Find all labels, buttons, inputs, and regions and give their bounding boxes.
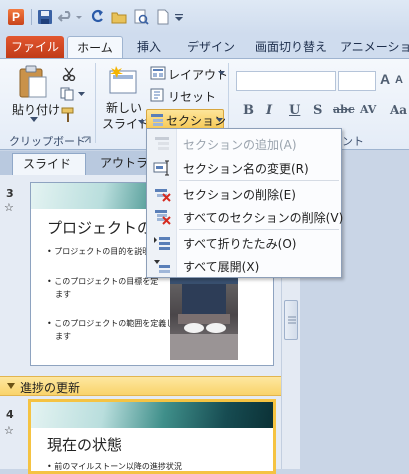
new-slide-label-line1[interactable]: 新しい [106, 99, 142, 116]
menu-separator [179, 229, 339, 230]
paste-dropdown-icon[interactable] [30, 117, 38, 123]
menu-item-label: すべて展開(X) [183, 260, 260, 274]
grow-font-button[interactable]: A [380, 71, 390, 87]
shrink-font-button[interactable]: A [395, 74, 403, 86]
delete-all-sections-icon [155, 210, 171, 225]
scrollbar-thumb[interactable] [284, 300, 298, 340]
menu-item-delete-all-sections[interactable]: すべてのセクションの削除(V) [147, 205, 344, 229]
tab-transitions[interactable]: 画面切り替え [248, 36, 334, 59]
tab-animations[interactable]: アニメーション [340, 36, 409, 59]
quick-access-toolbar: P [0, 0, 409, 34]
slide-number: 4 [6, 408, 14, 421]
tab-home[interactable]: ホーム [67, 36, 123, 59]
menu-item-add-section[interactable]: セクションの追加(A) [147, 132, 341, 156]
menu-separator [179, 180, 339, 181]
font-group-label: ント [342, 135, 364, 148]
menu-item-label: すべてのセクションの削除(V) [183, 211, 344, 225]
print-preview-icon[interactable] [133, 9, 149, 25]
grip-icon [288, 316, 296, 324]
reset-button-label[interactable]: リセット [168, 88, 216, 105]
redo-icon[interactable] [89, 9, 105, 25]
slide-bullet-continuation: ます [55, 332, 71, 341]
group-divider [95, 63, 96, 143]
add-section-icon [155, 137, 169, 150]
expand-all-icon [154, 260, 170, 273]
copy-dropdown-icon[interactable] [78, 92, 85, 97]
cut-icon[interactable] [62, 67, 76, 81]
slide-thumbnail-selected[interactable]: 現在の状態 • 前のマイルストーン以降の進捗状況 [28, 399, 276, 474]
transition-marker-icon: ☆ [4, 424, 14, 437]
paste-button-label[interactable]: 貼り付け [12, 101, 60, 118]
slide-header-wave [31, 402, 273, 428]
reset-icon[interactable] [150, 88, 166, 102]
slide-number: 3 [6, 187, 14, 200]
slide-bullet: • このプロジェクトの範囲を定義し [47, 319, 175, 328]
layout-icon[interactable] [150, 66, 166, 80]
section-header-label: 進捗の更新 [20, 381, 81, 395]
save-icon[interactable] [37, 9, 53, 25]
collapse-all-icon [154, 237, 170, 250]
new-slide-dropdown-icon[interactable] [138, 120, 145, 125]
clipboard-group-label: クリップボード [9, 135, 86, 148]
tab-file[interactable]: ファイル [6, 36, 64, 59]
slide-bullet-continuation: ます [55, 290, 71, 299]
slide-bullet: • プロジェクトの目的を説明し [47, 247, 159, 256]
underline-button[interactable]: U [289, 103, 300, 118]
transition-marker-icon: ☆ [4, 201, 14, 214]
clipboard-dialog-launcher-icon[interactable] [83, 136, 91, 144]
customize-qat-icon[interactable] [174, 9, 184, 25]
tab-insert[interactable]: 挿入 [126, 36, 172, 59]
new-document-icon[interactable] [155, 9, 171, 25]
open-folder-icon[interactable] [111, 9, 127, 25]
italic-button[interactable]: I [266, 103, 272, 118]
strikethrough-button[interactable]: abc [333, 103, 355, 116]
photo-image [170, 270, 238, 360]
rename-section-icon [153, 160, 169, 176]
menu-item-collapse-all[interactable]: すべて折りたたみ(O) [147, 231, 341, 255]
menu-item-rename-section[interactable]: セクション名の変更(R) [147, 156, 341, 180]
font-name-combo[interactable] [236, 71, 336, 91]
bold-button[interactable]: B [243, 103, 254, 118]
menu-item-delete-section[interactable]: セクションの削除(E) [147, 182, 341, 206]
section-header-progress[interactable]: 進捗の更新 [0, 376, 300, 396]
slide-title: 現在の状態 [47, 436, 123, 454]
copy-icon[interactable] [60, 87, 76, 101]
layout-dropdown-icon[interactable] [218, 71, 225, 76]
new-slide-icon[interactable] [108, 65, 138, 97]
section-dropdown-icon [216, 118, 223, 122]
menu-item-label: すべて折りたたみ(O) [183, 237, 297, 251]
undo-dropdown-icon[interactable] [75, 9, 83, 25]
slide-bullet: • このプロジェクトの目標を定 [47, 277, 159, 286]
undo-icon[interactable] [58, 9, 74, 25]
powerpoint-app-icon[interactable]: P [8, 9, 24, 25]
character-spacing-button[interactable]: AV [360, 103, 376, 116]
section-icon [151, 114, 163, 126]
change-case-button[interactable]: Aa [390, 103, 407, 117]
tab-design[interactable]: デザイン [178, 36, 244, 59]
ribbon-tab-bar: ファイル ホーム 挿入 デザイン 画面切り替え アニメーション [0, 34, 409, 59]
menu-item-label: セクション名の変更(R) [183, 162, 309, 176]
qat-divider [31, 9, 32, 25]
tab-slides[interactable]: スライド [12, 153, 86, 175]
slide-bullet: • 前のマイルストーン以降の進捗状況 [47, 462, 182, 471]
slide-photo [170, 270, 238, 360]
section-collapse-icon[interactable] [7, 383, 15, 390]
menu-item-label: セクションの追加(A) [183, 138, 297, 152]
section-dropdown-menu: セクションの追加(A) セクション名の変更(R) セクションの削除(E) すべて… [146, 128, 344, 278]
menu-item-label: セクションの削除(E) [183, 188, 296, 202]
font-size-combo[interactable] [338, 71, 376, 91]
shadow-button[interactable]: S [313, 103, 322, 118]
delete-section-icon [155, 189, 171, 202]
menu-item-expand-all[interactable]: すべて展開(X) [147, 254, 341, 278]
format-painter-icon[interactable] [60, 107, 76, 123]
paste-icon[interactable] [16, 65, 48, 99]
